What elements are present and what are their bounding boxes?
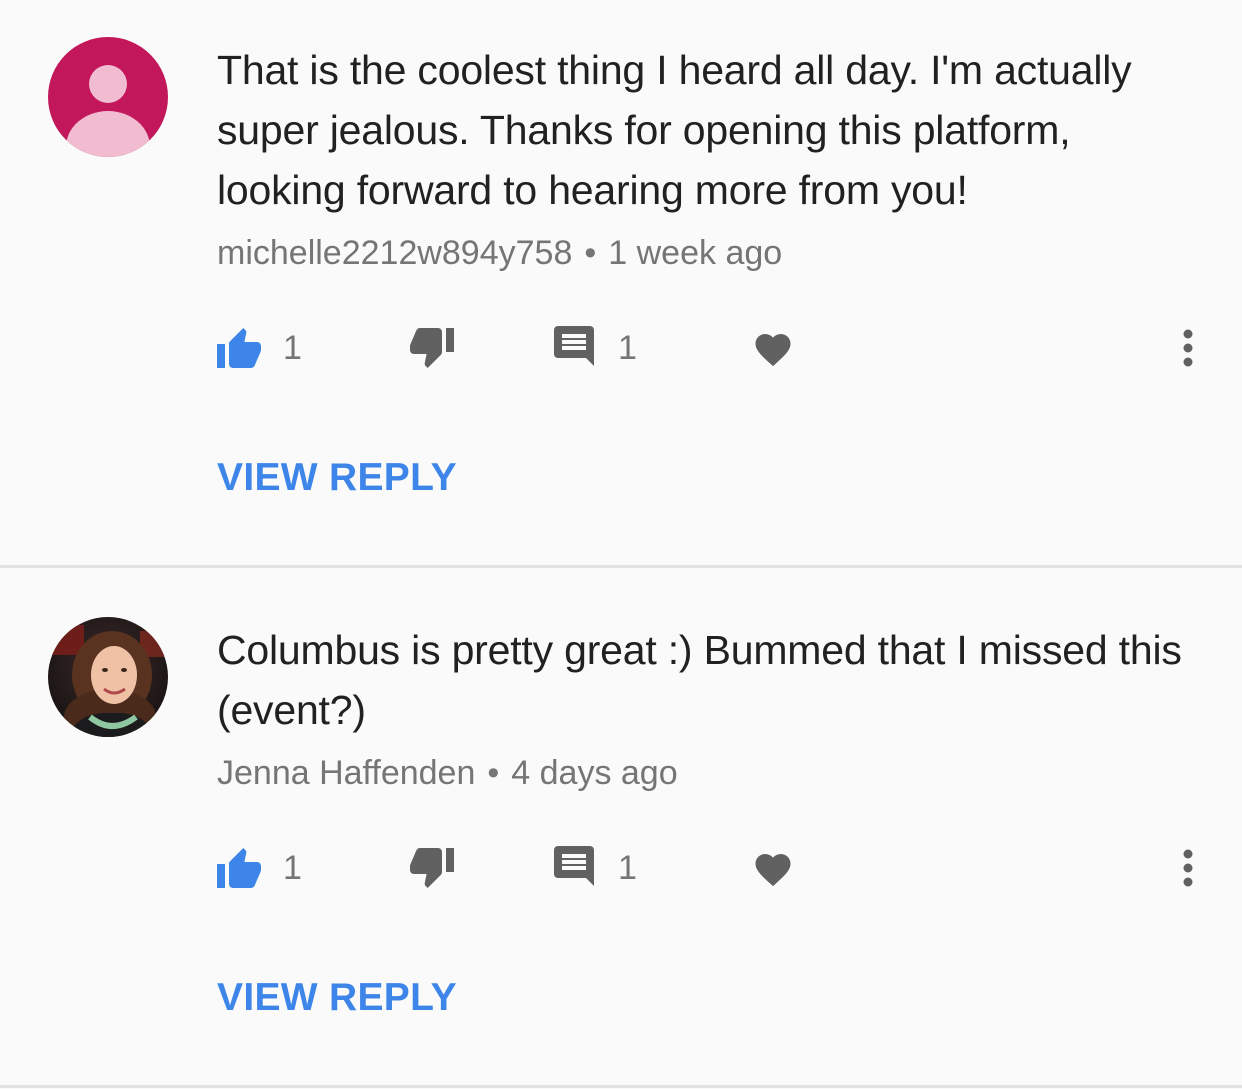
comment-text: Columbus is pretty great :) Bummed that …	[217, 627, 1182, 733]
heart-icon	[755, 854, 791, 887]
comment-icon	[554, 326, 594, 366]
view-reply-link[interactable]: VIEW REPLY	[217, 455, 457, 501]
like-button[interactable]: 1	[215, 838, 302, 898]
author-name[interactable]: Jenna Haffenden	[217, 754, 475, 792]
reply-count: 1	[618, 849, 637, 887]
dislike-button[interactable]	[408, 838, 456, 898]
like-count: 1	[283, 329, 302, 367]
action-bar: 1 1	[0, 318, 1242, 378]
heart-icon	[755, 334, 791, 367]
more-options-button[interactable]	[1172, 318, 1204, 378]
profile-photo	[48, 617, 168, 737]
comment-meta: Jenna Haffenden • 4 days ago	[217, 753, 678, 793]
action-bar: 1 1	[0, 838, 1242, 898]
comment-meta: michelle2212w894y758 • 1 week ago	[217, 233, 782, 273]
timestamp: 1 week ago	[608, 234, 783, 272]
heart-button[interactable]	[752, 318, 794, 378]
reply-count: 1	[618, 329, 637, 367]
thumb-up-icon	[217, 328, 261, 368]
comment-text: That is the coolest thing I heard all da…	[217, 47, 1132, 213]
default-person-icon	[48, 37, 168, 157]
comment-item: Columbus is pretty great :) Bummed that …	[0, 569, 1242, 1087]
comment-icon	[554, 846, 594, 886]
reply-button[interactable]: 1	[554, 318, 637, 378]
thumb-down-icon	[410, 328, 454, 368]
thumb-down-icon	[410, 848, 454, 888]
more-vert-icon	[1183, 849, 1193, 887]
avatar[interactable]	[48, 617, 168, 737]
view-reply-link[interactable]: VIEW REPLY	[217, 975, 457, 1021]
divider	[0, 565, 1242, 568]
thumb-up-icon	[217, 848, 261, 888]
more-vert-icon	[1183, 329, 1193, 367]
timestamp: 4 days ago	[511, 754, 678, 792]
comment-item: That is the coolest thing I heard all da…	[0, 0, 1242, 566]
dislike-button[interactable]	[408, 318, 456, 378]
meta-separator: •	[487, 754, 500, 792]
heart-button[interactable]	[752, 838, 794, 898]
reply-button[interactable]: 1	[554, 838, 637, 898]
divider	[0, 1085, 1242, 1088]
more-options-button[interactable]	[1172, 838, 1204, 898]
meta-separator: •	[584, 234, 597, 272]
like-count: 1	[283, 849, 302, 887]
author-name[interactable]: michelle2212w894y758	[217, 234, 572, 272]
like-button[interactable]: 1	[215, 318, 302, 378]
avatar[interactable]	[48, 37, 168, 157]
